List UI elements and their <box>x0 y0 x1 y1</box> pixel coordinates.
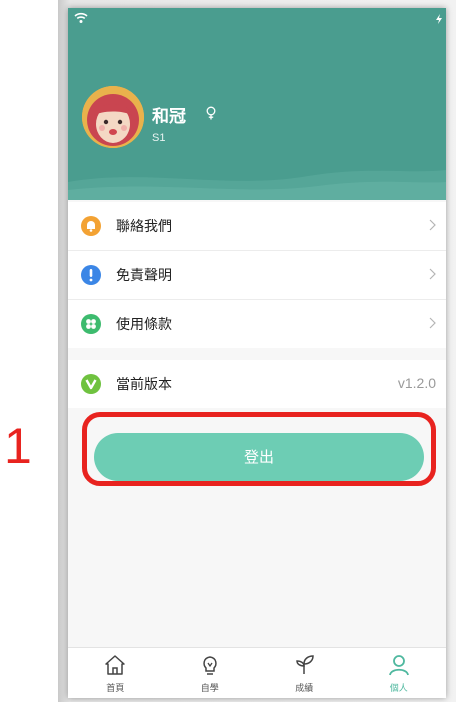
lightbulb-icon <box>203 656 217 675</box>
avatar[interactable] <box>82 86 144 148</box>
tab-personal[interactable]: 個人 <box>352 648 447 698</box>
clover-icon <box>81 314 101 334</box>
version-v-icon <box>81 374 101 394</box>
menu-group-info: 聯絡我們 免責聲明 使用條款 <box>68 202 446 348</box>
version-value: v1.2.0 <box>397 375 436 391</box>
tab-home[interactable]: 首頁 <box>68 648 163 698</box>
annotation-highlight-box <box>82 412 436 486</box>
menu-item-contact-us[interactable]: 聯絡我們 <box>68 202 446 251</box>
bell-icon <box>81 216 101 236</box>
tab-grades[interactable]: 成績 <box>257 648 352 698</box>
tab-label: 自學 <box>200 684 219 694</box>
bottom-tab-bar: 首頁 自學 成績 個人 <box>68 647 446 698</box>
wifi-icon <box>74 12 88 23</box>
sprout-icon <box>296 655 315 674</box>
menu-group-version: 當前版本 v1.2.0 <box>68 360 446 408</box>
user-name: 和冠 <box>152 107 186 127</box>
chevron-right-icon <box>429 219 436 231</box>
charging-bolt-icon <box>436 14 442 24</box>
home-icon <box>105 655 125 675</box>
chevron-right-icon <box>429 268 436 280</box>
tab-self-study[interactable]: 自學 <box>163 648 258 698</box>
profile-header: 和冠 S1 <box>68 8 446 200</box>
header-wave-decoration <box>68 170 446 200</box>
tab-label: 成績 <box>295 684 314 694</box>
user-id: S1 <box>152 132 166 144</box>
tab-label: 個人 <box>389 684 408 694</box>
exclamation-icon <box>81 265 101 285</box>
avatar-girl-illustration <box>82 86 144 148</box>
menu-item-label: 當前版本 <box>116 377 172 393</box>
chevron-right-icon <box>429 317 436 329</box>
menu-item-disclaimer[interactable]: 免責聲明 <box>68 251 446 300</box>
menu-item-label: 使用條款 <box>116 317 172 333</box>
person-icon <box>388 655 409 676</box>
tab-label: 首頁 <box>106 684 125 694</box>
menu-item-label: 免責聲明 <box>116 268 172 284</box>
phone-screen: 和冠 S1 聯絡我們 免責聲明 使用條款 當前版本 v1.2.0 登出 首頁 自… <box>68 8 446 698</box>
menu-item-current-version: 當前版本 v1.2.0 <box>68 360 446 408</box>
step-number-annotation: 1 <box>4 418 32 474</box>
menu-item-terms-of-use[interactable]: 使用條款 <box>68 300 446 348</box>
menu-item-label: 聯絡我們 <box>116 219 172 235</box>
female-icon <box>206 106 216 120</box>
